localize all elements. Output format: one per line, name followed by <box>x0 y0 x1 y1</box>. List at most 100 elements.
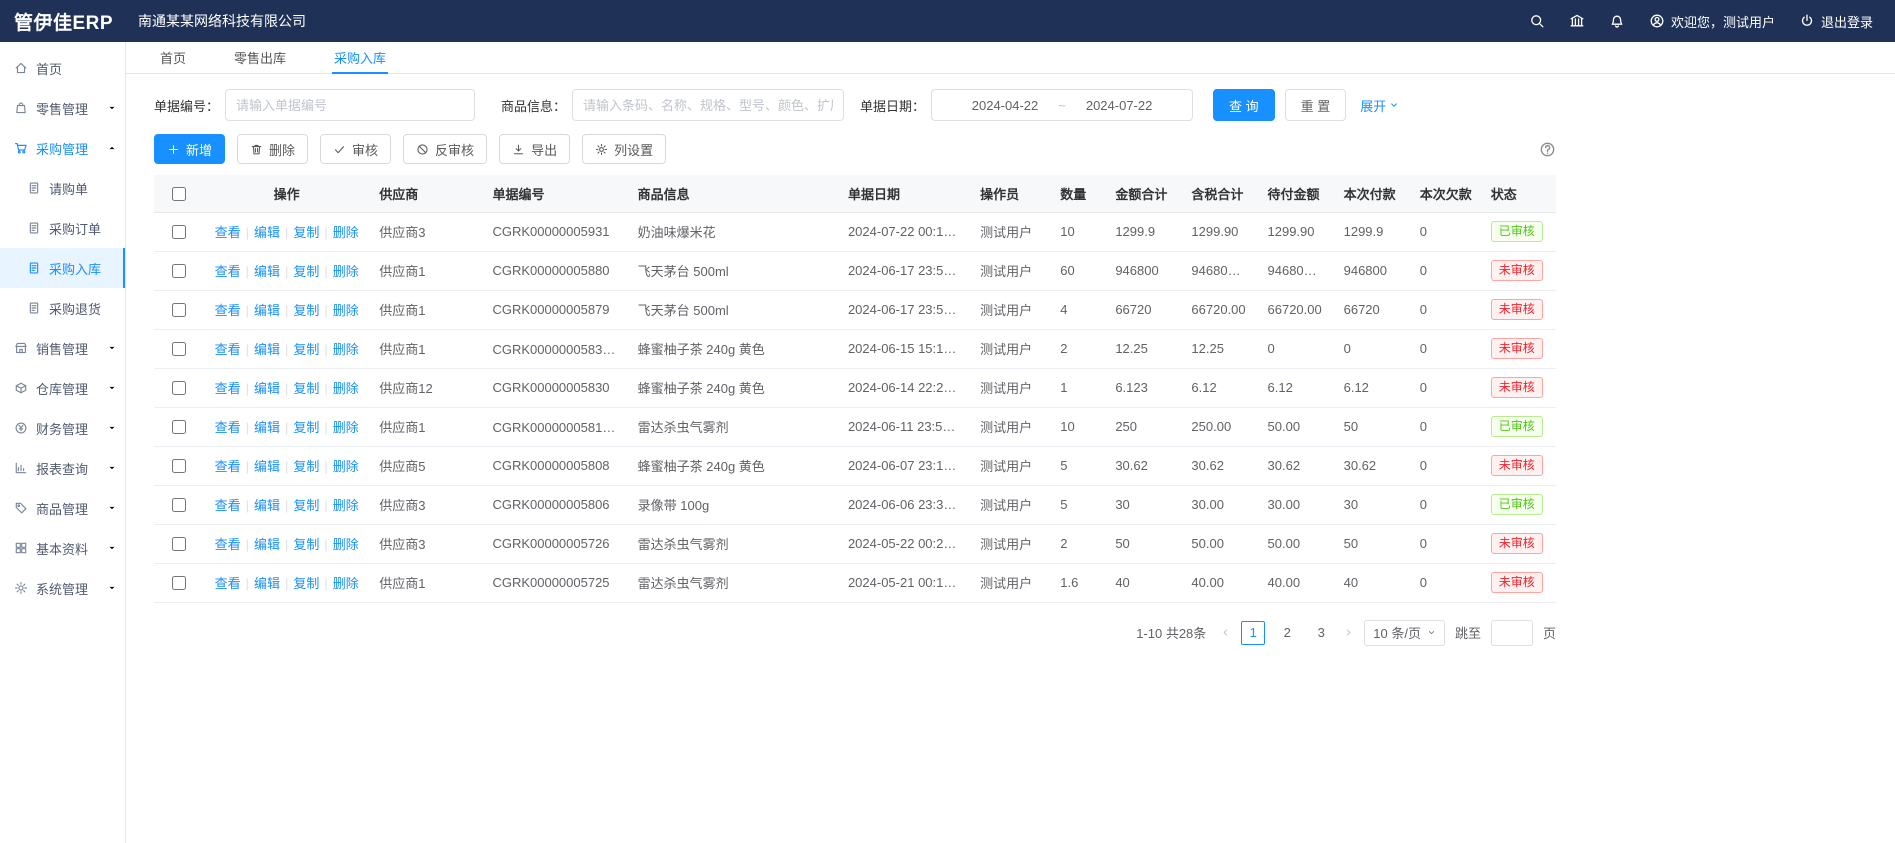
product-info-input[interactable] <box>572 89 844 121</box>
view-link[interactable]: 查看 <box>215 459 241 474</box>
copy-link[interactable]: 复制 <box>293 342 319 357</box>
date-range-picker[interactable]: 2024-04-22 ~ 2024-07-22 <box>931 89 1193 121</box>
delete-link[interactable]: 删除 <box>333 498 359 513</box>
expand-toggle[interactable]: 展开 <box>1360 96 1399 115</box>
search-icon[interactable] <box>1529 13 1545 29</box>
cell-operator: 测试用户 <box>970 563 1050 602</box>
edit-link[interactable]: 编辑 <box>254 498 280 513</box>
copy-link[interactable]: 复制 <box>293 459 319 474</box>
row-checkbox[interactable] <box>172 576 186 590</box>
next-page-button[interactable] <box>1343 627 1354 638</box>
row-checkbox[interactable] <box>172 537 186 551</box>
sidebar-item-sales[interactable]: 销售管理 <box>0 328 125 368</box>
sidebar-item-warehouse[interactable]: 仓库管理 <box>0 368 125 408</box>
sidebar-item-finance[interactable]: 财务管理 <box>0 408 125 448</box>
prev-page-button[interactable] <box>1220 627 1231 638</box>
edit-link[interactable]: 编辑 <box>254 576 280 591</box>
sidebar-item-purchase-order[interactable]: 采购订单 <box>0 208 125 248</box>
view-link[interactable]: 查看 <box>215 303 241 318</box>
row-checkbox[interactable] <box>172 303 186 317</box>
search-button[interactable]: 查 询 <box>1213 89 1275 121</box>
bell-icon[interactable] <box>1609 13 1625 29</box>
page-button-3[interactable]: 3 <box>1309 621 1333 645</box>
copy-link[interactable]: 复制 <box>293 303 319 318</box>
copy-link[interactable]: 复制 <box>293 420 319 435</box>
unaudit-button[interactable]: 反审核 <box>403 134 487 164</box>
edit-link[interactable]: 编辑 <box>254 342 280 357</box>
page-size-select[interactable]: 10 条/页 <box>1364 620 1445 646</box>
audit-button[interactable]: 审核 <box>320 134 391 164</box>
delete-link[interactable]: 删除 <box>333 381 359 396</box>
copy-link[interactable]: 复制 <box>293 537 319 552</box>
delete-link[interactable]: 删除 <box>333 537 359 552</box>
delete-button[interactable]: 删除 <box>237 134 308 164</box>
sidebar-item-purchase-inbound[interactable]: 采购入库 <box>0 248 125 288</box>
view-link[interactable]: 查看 <box>215 264 241 279</box>
export-button[interactable]: 导出 <box>499 134 570 164</box>
sidebar-item-basic[interactable]: 基本资料 <box>0 528 125 568</box>
delete-link[interactable]: 删除 <box>333 576 359 591</box>
sidebar-item-purchase-request[interactable]: 请购单 <box>0 168 125 208</box>
welcome-user[interactable]: 欢迎您，测试用户 <box>1649 12 1775 31</box>
sidebar-item-system[interactable]: 系统管理 <box>0 568 125 608</box>
sidebar-item-report[interactable]: 报表查询 <box>0 448 125 488</box>
delete-link[interactable]: 删除 <box>333 342 359 357</box>
row-checkbox[interactable] <box>172 342 186 356</box>
sidebar-item-product[interactable]: 商品管理 <box>0 488 125 528</box>
edit-link[interactable]: 编辑 <box>254 303 280 318</box>
sidebar-item-label: 系统管理 <box>36 579 88 598</box>
page-button-2[interactable]: 2 <box>1275 621 1299 645</box>
delete-link[interactable]: 删除 <box>333 303 359 318</box>
delete-link[interactable]: 删除 <box>333 264 359 279</box>
logout-button[interactable]: 退出登录 <box>1799 12 1873 31</box>
edit-link[interactable]: 编辑 <box>254 459 280 474</box>
tab-purchase-inbound[interactable]: 采购入库 <box>332 42 388 74</box>
edit-link[interactable]: 编辑 <box>254 420 280 435</box>
view-link[interactable]: 查看 <box>215 498 241 513</box>
bank-icon[interactable] <box>1569 13 1585 29</box>
row-checkbox[interactable] <box>172 381 186 395</box>
bill-no-input[interactable] <box>225 89 475 121</box>
jump-page-input[interactable] <box>1491 620 1533 646</box>
view-link[interactable]: 查看 <box>215 537 241 552</box>
delete-link[interactable]: 删除 <box>333 420 359 435</box>
cell-checkbox <box>154 212 204 251</box>
sidebar-item-retail[interactable]: 零售管理 <box>0 88 125 128</box>
help-icon[interactable] <box>1539 141 1556 158</box>
select-all-checkbox[interactable] <box>172 187 186 201</box>
view-link[interactable]: 查看 <box>215 225 241 240</box>
copy-link[interactable]: 复制 <box>293 264 319 279</box>
row-checkbox[interactable] <box>172 459 186 473</box>
delete-link[interactable]: 删除 <box>333 459 359 474</box>
row-checkbox[interactable] <box>172 498 186 512</box>
cell-operator: 测试用户 <box>970 329 1050 368</box>
sidebar-item-purchase-return[interactable]: 采购退货 <box>0 288 125 328</box>
date-from-value[interactable]: 2024-04-22 <box>972 98 1039 113</box>
view-link[interactable]: 查看 <box>215 420 241 435</box>
add-button[interactable]: 新增 <box>154 134 225 164</box>
copy-link[interactable]: 复制 <box>293 225 319 240</box>
copy-link[interactable]: 复制 <box>293 381 319 396</box>
edit-link[interactable]: 编辑 <box>254 537 280 552</box>
edit-link[interactable]: 编辑 <box>254 264 280 279</box>
sidebar-item-purchase[interactable]: 采购管理 <box>0 128 125 168</box>
row-checkbox[interactable] <box>172 264 186 278</box>
page-button-1[interactable]: 1 <box>1241 621 1265 645</box>
cell-product: 蜂蜜柚子茶 240g 黄色 <box>628 446 838 485</box>
column-settings-button[interactable]: 列设置 <box>582 134 666 164</box>
sidebar-item-home[interactable]: 首页 <box>0 48 125 88</box>
delete-link[interactable]: 删除 <box>333 225 359 240</box>
copy-link[interactable]: 复制 <box>293 498 319 513</box>
view-link[interactable]: 查看 <box>215 381 241 396</box>
row-checkbox[interactable] <box>172 225 186 239</box>
view-link[interactable]: 查看 <box>215 576 241 591</box>
tab-home[interactable]: 首页 <box>158 42 188 74</box>
row-checkbox[interactable] <box>172 420 186 434</box>
view-link[interactable]: 查看 <box>215 342 241 357</box>
edit-link[interactable]: 编辑 <box>254 225 280 240</box>
copy-link[interactable]: 复制 <box>293 576 319 591</box>
date-to-value[interactable]: 2024-07-22 <box>1086 98 1153 113</box>
reset-button[interactable]: 重 置 <box>1285 89 1347 121</box>
tab-retail-outbound[interactable]: 零售出库 <box>232 42 288 74</box>
edit-link[interactable]: 编辑 <box>254 381 280 396</box>
